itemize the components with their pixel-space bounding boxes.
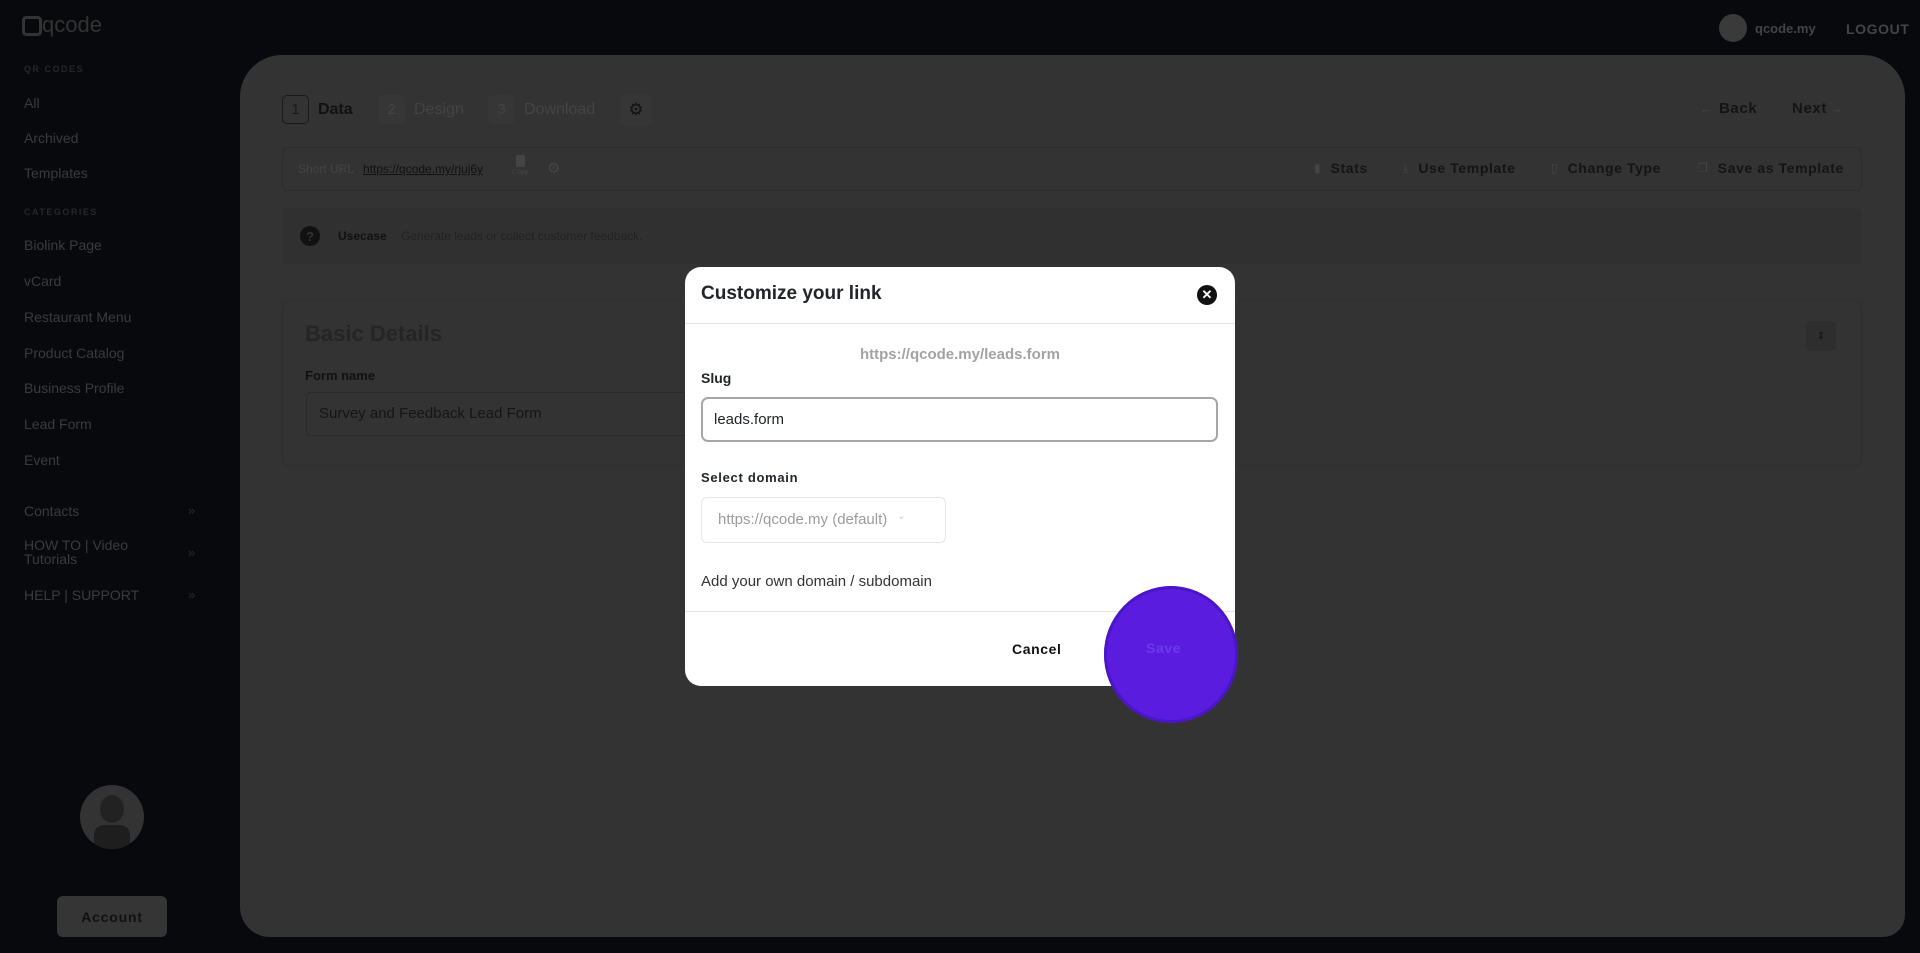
arrow-right-icon: → (1829, 101, 1843, 116)
step-design[interactable]: 2 Design (378, 95, 464, 124)
slug-input[interactable]: leads.form (701, 397, 1218, 442)
use-template-label: Use Template (1418, 160, 1516, 176)
step-label: Design (414, 100, 464, 118)
step-number: 1 (282, 95, 309, 124)
step-label: Data (318, 100, 353, 118)
close-icon[interactable]: ✕ (1197, 285, 1217, 305)
clipboard-icon (515, 155, 525, 167)
sidebar-item-templates[interactable]: Templates (24, 165, 88, 181)
save-button[interactable]: Save (1104, 586, 1238, 723)
sidebar-item-how-to[interactable]: HOW TO | Video Tutorials (24, 538, 154, 566)
logout-link[interactable]: LOGOUT (1846, 21, 1909, 37)
back-label: Back (1719, 100, 1758, 117)
next-button[interactable]: Next → (1792, 100, 1843, 117)
section-categories: CATEGORIES (24, 207, 98, 217)
next-label: Next (1792, 100, 1827, 117)
short-url-label: Short URL (298, 162, 355, 176)
chevron-double-right-icon: » (188, 503, 196, 518)
sidebar-item-help-support[interactable]: HELP | SUPPORT (24, 587, 139, 603)
short-url-gear-icon[interactable]: ⚙ (547, 159, 560, 177)
sidebar-item-product-catalog[interactable]: Product Catalog (24, 345, 124, 361)
sidebar-item-contacts[interactable]: Contacts (24, 503, 79, 519)
form-name-label: Form name (305, 368, 376, 383)
logo-mark-icon (22, 16, 42, 36)
sidebar-item-event[interactable]: Event (24, 452, 60, 468)
use-template-button[interactable]: ⤓ Use Template (1403, 160, 1516, 176)
change-type-label: Change Type (1567, 160, 1662, 176)
step-data[interactable]: 1 Data (282, 95, 353, 124)
change-type-button[interactable]: ▯ Change Type (1551, 160, 1661, 176)
account-button[interactable]: Account (57, 896, 167, 937)
sidebar-item-all[interactable]: All (24, 95, 40, 111)
back-button[interactable]: ← Back (1700, 100, 1757, 117)
copy-button[interactable]: Copy (509, 155, 531, 176)
stats-label: Stats (1330, 160, 1368, 176)
step-number: 3 (488, 95, 515, 124)
settings-gear-icon[interactable]: ⚙ (620, 94, 652, 126)
domain-select-value: https://qcode.my (default) (718, 511, 888, 528)
step-download[interactable]: 3 Download (488, 95, 595, 124)
logo-text: qcode (42, 12, 102, 37)
sidebar-item-vcard[interactable]: vCard (24, 273, 61, 289)
user-avatar[interactable] (1719, 14, 1747, 42)
save-as-template-label: Save as Template (1717, 160, 1844, 176)
slug-value: leads.form (714, 411, 785, 428)
logo[interactable]: qcode (22, 12, 102, 40)
add-domain-link[interactable]: Add your own domain / subdomain (701, 573, 932, 590)
step-label: Download (524, 100, 596, 118)
chevron-down-icon: ⌄ (897, 511, 906, 522)
stats-button[interactable]: ▮ Stats (1314, 160, 1368, 176)
user-name[interactable]: qcode.my (1755, 21, 1816, 36)
chevron-double-right-icon: » (188, 587, 196, 602)
cancel-button[interactable]: Cancel (1012, 641, 1062, 657)
step-number: 2 (378, 95, 405, 124)
help-icon: ? (300, 226, 320, 246)
slug-label: Slug (701, 370, 732, 386)
section-qr-codes: QR CODES (24, 64, 85, 74)
form-name-input[interactable]: Survey and Feedback Lead Form (306, 392, 726, 436)
modal-title: Customize your link (701, 283, 882, 304)
sidebar-item-lead-form[interactable]: Lead Form (24, 416, 92, 432)
save-as-template-button[interactable]: ❐ Save as Template (1697, 160, 1844, 176)
account-label: Account (81, 908, 143, 925)
chevron-double-right-icon: » (188, 545, 196, 560)
arrow-left-icon: ← (1700, 101, 1713, 116)
sidebar-item-archived[interactable]: Archived (24, 130, 78, 146)
form-name-value: Survey and Feedback Lead Form (319, 405, 542, 422)
usecase-text: Generate leads or collect customer feedb… (401, 229, 643, 243)
sidebar-item-restaurant-menu[interactable]: Restaurant Menu (24, 309, 131, 325)
save-label: Save (1146, 640, 1182, 656)
basic-details-title: Basic Details (305, 321, 442, 346)
usecase-label: Usecase (338, 229, 387, 243)
collapse-toggle-icon[interactable]: ⇕ (1806, 321, 1836, 351)
copy-label: Copy (511, 169, 529, 176)
domain-select[interactable]: https://qcode.my (default) ⌄ (701, 497, 946, 543)
sidebar-item-business-profile[interactable]: Business Profile (24, 380, 124, 396)
file-icon: ▯ (1551, 161, 1558, 175)
sidebar-item-biolink[interactable]: Biolink Page (24, 237, 102, 253)
copy-icon: ❐ (1697, 161, 1708, 175)
sidebar-avatar (80, 785, 144, 849)
bar-chart-icon: ▮ (1314, 161, 1321, 175)
select-domain-label: Select domain (701, 470, 799, 485)
modal-divider (685, 323, 1235, 324)
short-url-link[interactable]: https://qcode.my/rjuj6y (363, 162, 483, 176)
preview-url: https://qcode.my/leads.form (859, 346, 1061, 363)
download-icon: ⤓ (1403, 160, 1409, 175)
